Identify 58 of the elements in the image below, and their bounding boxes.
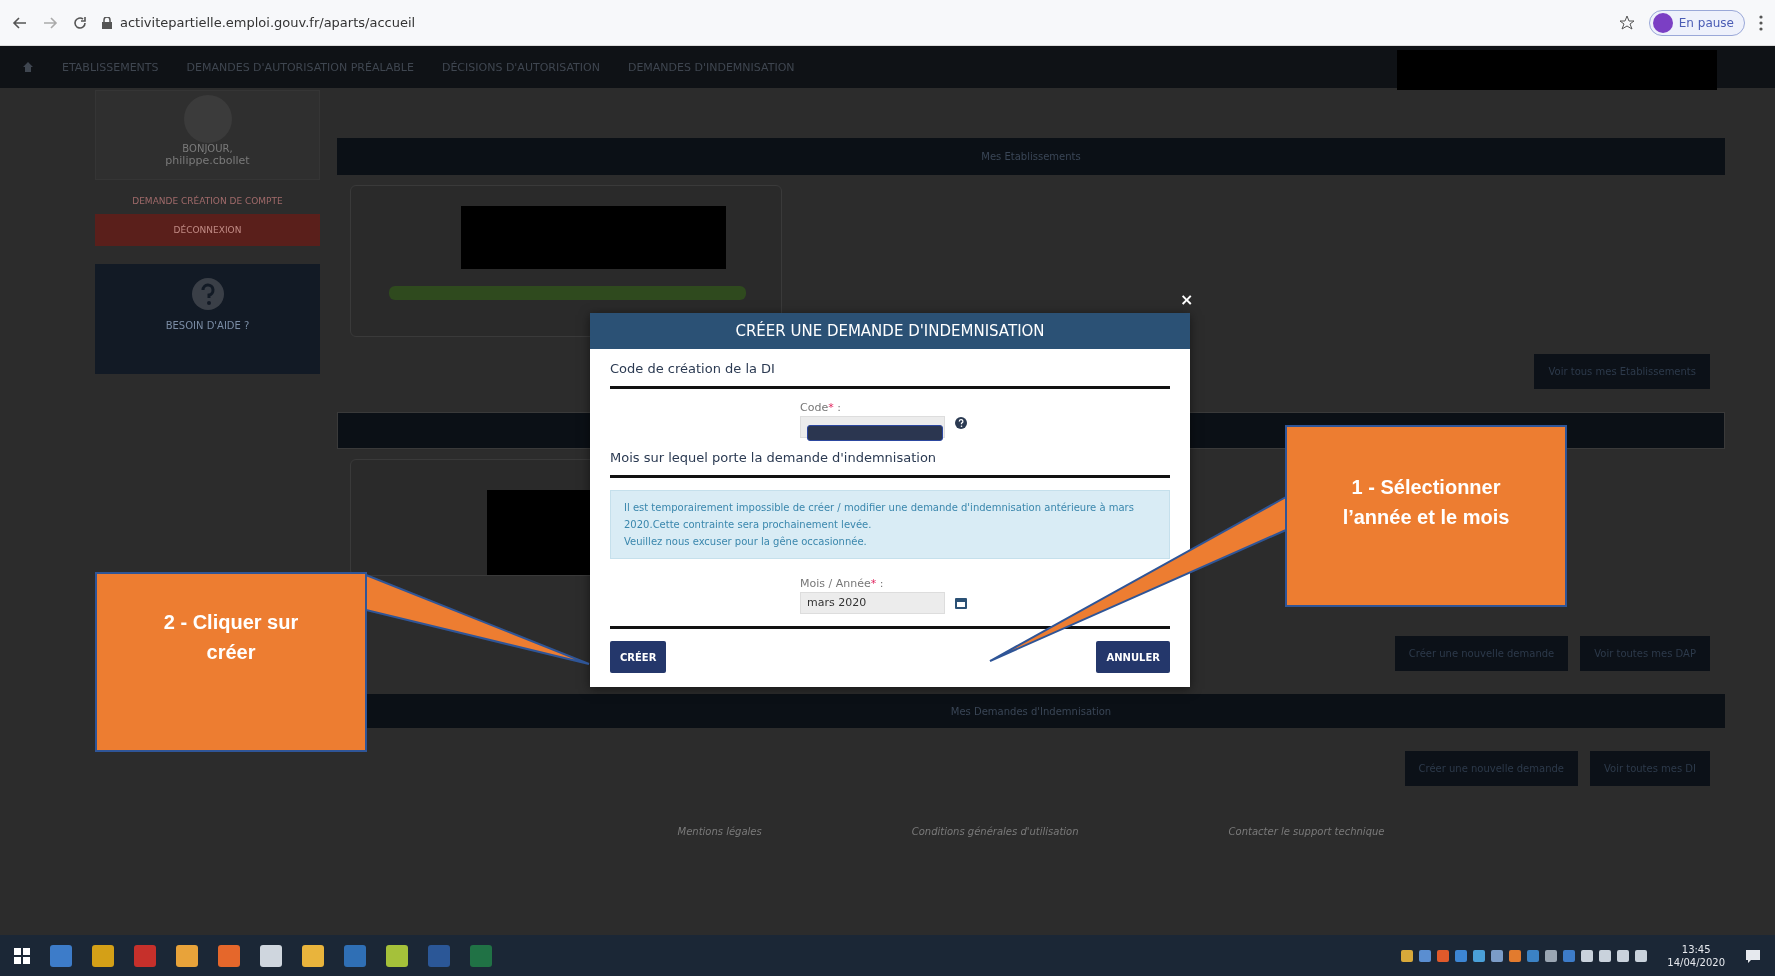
tray-icon[interactable] — [1455, 949, 1468, 962]
tray-icon[interactable] — [1599, 949, 1612, 962]
section-title: Mes Etablissements — [981, 151, 1081, 162]
app-icon[interactable] — [386, 944, 408, 967]
windows-icon[interactable] — [14, 947, 30, 964]
tray-icon[interactable] — [1437, 949, 1450, 962]
app-icon[interactable] — [218, 944, 240, 967]
menu-icon[interactable] — [1759, 14, 1763, 31]
address-bar[interactable]: activitepartielle.emploi.gouv.fr/aparts/accueil — [120, 15, 416, 30]
help-title: BESOIN D'AIDE ? — [165, 320, 250, 331]
greeting-text: BONJOUR, — [182, 143, 233, 154]
field-label: Mois / Année* : — [800, 577, 884, 590]
user-name: philippe.cbollet — [165, 154, 250, 167]
nav-item[interactable]: DEMANDES D'AUTORISATION PRÉALABLE — [186, 60, 414, 74]
notification-icon[interactable] — [1745, 947, 1761, 964]
help-icon — [191, 278, 224, 310]
section-heading: Mois sur lequel porte la demande d'indemnisation — [610, 450, 1170, 478]
app-icon[interactable] — [92, 944, 114, 967]
tray-icon[interactable] — [1581, 949, 1594, 962]
callout: 1 - Sélectionner l’année et le mois — [1285, 425, 1567, 607]
field-label: Code* : — [800, 401, 841, 414]
section-title: Mes Demandes d'Indemnisation — [950, 705, 1112, 717]
section-heading: Code de création de la DI — [610, 361, 1170, 389]
help-icon[interactable] — [955, 417, 967, 429]
logout-button[interactable]: DÉCONNEXION — [95, 214, 320, 246]
dialog-button[interactable]: ANNULER — [1096, 641, 1170, 673]
footer-link[interactable]: Mentions légales — [677, 826, 762, 837]
clock-date: 14/04/2020 — [1667, 955, 1725, 969]
footer-link[interactable]: Contacter le support technique — [1228, 826, 1385, 837]
calendar-icon[interactable] — [955, 597, 967, 609]
nav-item[interactable]: ETABLISSEMENTS — [62, 60, 159, 74]
tray-icon[interactable] — [1509, 949, 1522, 962]
footer-link[interactable]: Conditions générales d'utilisation — [911, 826, 1079, 837]
nav-item[interactable]: DEMANDES D'INDEMNISATION — [627, 60, 795, 74]
tray-icon[interactable] — [1491, 949, 1504, 962]
tray-icon[interactable] — [1419, 949, 1432, 962]
lock-icon — [102, 16, 112, 29]
account-link[interactable]: DEMANDE CRÉATION DE COMPTE — [95, 196, 320, 206]
profile-button[interactable]: En pause — [1648, 9, 1745, 36]
app-icon[interactable] — [176, 944, 198, 967]
tray-icon[interactable] — [1473, 949, 1486, 962]
tray-icon[interactable] — [1635, 949, 1648, 962]
back-icon[interactable] — [12, 14, 28, 31]
app-icon[interactable] — [302, 944, 324, 967]
code-field[interactable] — [800, 416, 945, 438]
tray-icon[interactable] — [1545, 949, 1558, 962]
clock-time: 13:45 — [1681, 942, 1711, 956]
reload-icon[interactable] — [72, 14, 88, 31]
info-message: Il est temporairement impossible de créer / modifier une demande d'indemnisation antérieure à mars 2020.Cette contrainte sera prochainement levée. Veuillez nous excuser pour la gêne occasionnée. — [610, 490, 1170, 559]
star-icon[interactable] — [1618, 14, 1635, 31]
dialog-title: CRÉER UNE DEMANDE D'INDEMNISATION — [590, 313, 1190, 349]
tray-icon[interactable] — [1401, 949, 1414, 962]
tray-icon[interactable] — [1617, 949, 1630, 962]
close-button[interactable]: × — [1180, 290, 1194, 309]
month-field[interactable]: mars 2020 — [800, 592, 945, 614]
app-icon[interactable] — [260, 944, 282, 967]
nav-item[interactable]: DÉCISIONS D'AUTORISATION — [441, 60, 600, 74]
dialog-button[interactable]: CRÉER — [610, 641, 667, 673]
